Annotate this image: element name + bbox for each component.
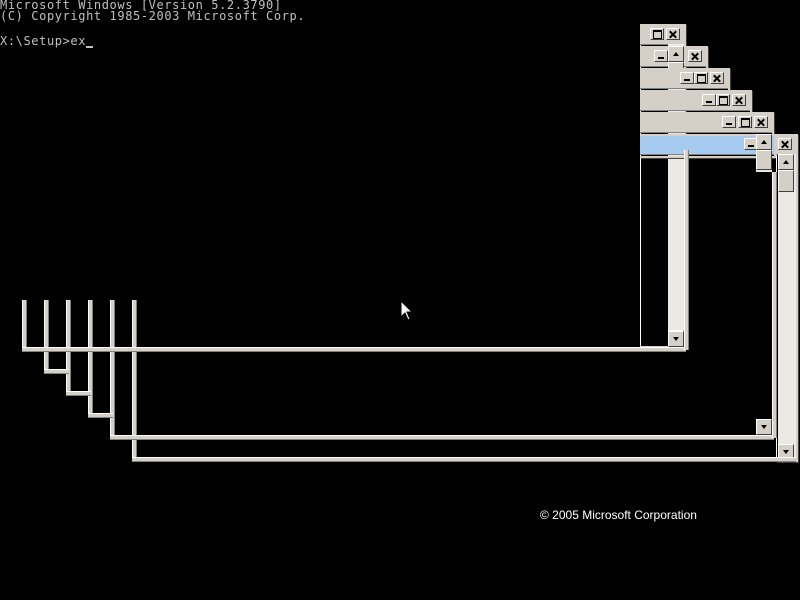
close-icon[interactable] xyxy=(666,28,680,40)
maximize-icon[interactable] xyxy=(650,28,664,40)
window-edge-bottom-5 xyxy=(110,435,774,440)
window-edge-right-1 xyxy=(684,150,689,350)
minimize-icon[interactable] xyxy=(680,72,694,84)
scroll-thumb[interactable] xyxy=(778,170,794,192)
window-edge-left-4 xyxy=(88,300,93,416)
scroll-down-icon[interactable] xyxy=(756,419,772,435)
window-edge-right-6 xyxy=(772,172,777,438)
maximize-icon[interactable] xyxy=(716,94,730,106)
close-icon[interactable] xyxy=(688,50,702,62)
window-4-titlebar[interactable] xyxy=(640,92,750,111)
close-icon[interactable] xyxy=(754,116,768,128)
window-6-titlebar[interactable] xyxy=(640,136,774,155)
maximize-icon[interactable] xyxy=(694,72,708,84)
scroll-down-icon[interactable] xyxy=(668,331,684,347)
close-icon[interactable] xyxy=(732,94,746,106)
close-icon[interactable] xyxy=(778,138,792,150)
scroll-up-icon[interactable] xyxy=(778,154,794,170)
window-7-scrollbar[interactable] xyxy=(778,154,796,460)
window-6-upper-scrollbar[interactable] xyxy=(756,134,772,172)
minimize-icon[interactable] xyxy=(702,94,716,106)
cascaded-window-3[interactable] xyxy=(640,68,730,92)
console-line-copyright: (C) Copyright 1985-2003 Microsoft Corp. xyxy=(0,9,306,23)
copyright-notice: © 2005 Microsoft Corporation xyxy=(540,508,697,522)
cascaded-window-5[interactable] xyxy=(640,112,774,136)
console-prompt-text: X:\Setup>ex xyxy=(0,34,87,48)
window-edge-bottom-2 xyxy=(44,369,69,374)
window-edge-left-1 xyxy=(22,300,27,350)
console-prompt[interactable]: X:\Setup>ex xyxy=(0,34,94,48)
text-cursor xyxy=(86,46,94,48)
cascaded-window-7[interactable] xyxy=(776,134,798,462)
maximize-icon[interactable] xyxy=(738,116,752,128)
scroll-thumb[interactable] xyxy=(756,150,772,170)
window-7-titlebar[interactable] xyxy=(776,136,796,155)
window-edge-left-2 xyxy=(44,300,49,372)
window-edge-bottom-1 xyxy=(22,347,686,352)
minimize-icon[interactable] xyxy=(654,50,668,62)
window-edge-bottom-3 xyxy=(66,391,91,396)
close-icon[interactable] xyxy=(710,72,724,84)
cascaded-window-4[interactable] xyxy=(640,90,752,114)
window-edge-bottom-4 xyxy=(88,413,113,418)
window-3-titlebar[interactable] xyxy=(640,70,728,89)
scroll-up-icon[interactable] xyxy=(756,134,772,150)
minimize-icon[interactable] xyxy=(722,116,736,128)
window-edge-bottom-6 xyxy=(132,457,796,462)
window-5-titlebar[interactable] xyxy=(640,114,772,133)
scroll-up-icon[interactable] xyxy=(668,46,684,62)
window-1-titlebar[interactable] xyxy=(640,26,684,45)
